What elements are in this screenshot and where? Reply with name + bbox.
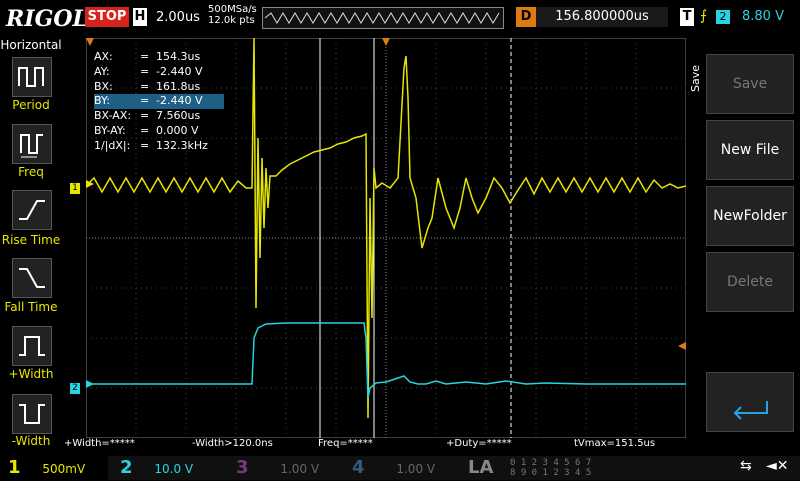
delay-value[interactable]: 156.800000us bbox=[536, 7, 668, 27]
la-channels: 0 1 2 3 4 5 6 7 8 9 0 1 2 3 4 5 bbox=[510, 458, 591, 478]
cursor-row: BX-AX: = 7.560us bbox=[94, 109, 201, 123]
cursor-key: BX-AX: bbox=[94, 109, 132, 123]
overview-wave bbox=[264, 12, 500, 24]
ch4-status[interactable]: 4 1.00 V bbox=[344, 456, 454, 480]
cursor-readout: AX: = 154.3us AY: = -2.440 V BX: = 161.8us BY:… bbox=[94, 50, 224, 154]
return-icon bbox=[733, 401, 768, 420]
fall-time-label[interactable]: Fall Time bbox=[0, 300, 62, 314]
cursor-key: BX: bbox=[94, 79, 113, 93]
ch3-number: 3 bbox=[236, 457, 249, 478]
measure-pos-width: +Width=***** bbox=[64, 438, 135, 449]
new-folder-button[interactable]: NewFolder bbox=[706, 186, 794, 246]
sample-rate: 500MSa/s bbox=[208, 4, 257, 15]
cursor-key: 1/|dX|: bbox=[94, 138, 131, 152]
cursor-row: BY-AY: = 0.000 V bbox=[94, 123, 199, 137]
cursor-row-selected[interactable]: BY: = -2.440 V bbox=[94, 94, 224, 110]
trigger-source[interactable]: 2 bbox=[716, 10, 730, 24]
ch2-number: 2 bbox=[120, 457, 133, 478]
cursor-key: BY-AY: bbox=[94, 123, 126, 137]
measure-category-title: Horizontal bbox=[0, 38, 62, 52]
timebase-value[interactable]: 2.00us bbox=[156, 10, 200, 25]
neg-width-icon[interactable] bbox=[12, 394, 52, 434]
cursor-value: 7.560us bbox=[156, 109, 201, 123]
freq-label[interactable]: Freq bbox=[0, 165, 62, 179]
delete-button[interactable]: Delete bbox=[706, 252, 794, 312]
rise-time-icon[interactable] bbox=[12, 190, 52, 230]
acquisition-info: 500MSa/s 12.0k pts bbox=[208, 4, 257, 26]
period-label[interactable]: Period bbox=[0, 98, 62, 112]
measure-freq: Freq=***** bbox=[318, 438, 373, 449]
memory-depth: 12.0k pts bbox=[208, 15, 255, 26]
ch3-status[interactable]: 3 1.00 V bbox=[228, 456, 338, 480]
ch4-number: 4 bbox=[352, 457, 365, 478]
cursor-row: BX: = 161.8us bbox=[94, 79, 201, 93]
cursor-key: AY: bbox=[94, 64, 110, 78]
brand-logo: RIGOL bbox=[6, 6, 88, 32]
cursor-key: AX: bbox=[94, 50, 113, 63]
trigger-level[interactable]: 8.80 V bbox=[742, 9, 784, 24]
freq-icon[interactable] bbox=[12, 124, 52, 164]
la-row: 8 9 0 1 2 3 4 5 bbox=[510, 468, 592, 478]
delay-label: D bbox=[516, 7, 536, 27]
ch1-scale: 500mV bbox=[42, 462, 86, 476]
ch2-marker: 2 bbox=[70, 383, 80, 394]
ch1-status[interactable]: 1 500mV bbox=[0, 456, 108, 480]
neg-width-label[interactable]: -Width bbox=[0, 434, 62, 448]
pos-width-icon[interactable] bbox=[12, 326, 52, 366]
trigger-label: T bbox=[680, 8, 694, 26]
measure-tvmax: tVmax=151.5us bbox=[574, 438, 656, 449]
ch2-scale: 10.0 V bbox=[154, 462, 194, 476]
cursor-value: 132.3kHz bbox=[156, 138, 208, 152]
fall-time-icon[interactable] bbox=[12, 258, 52, 298]
ch1-number: 1 bbox=[8, 457, 21, 478]
cursor-value: 0.000 V bbox=[156, 123, 199, 137]
cursor-value: 161.8us bbox=[156, 79, 201, 93]
la-label: LA bbox=[468, 457, 494, 478]
rising-edge-icon: ⨍ bbox=[700, 8, 708, 24]
back-button[interactable] bbox=[706, 372, 794, 432]
run-stop-button[interactable]: STOP bbox=[85, 7, 129, 27]
cursor-value: -2.440 V bbox=[156, 94, 203, 108]
ch3-scale: 1.00 V bbox=[280, 462, 320, 476]
usb-icon: ⇆ bbox=[740, 458, 752, 474]
save-button[interactable]: Save bbox=[706, 54, 794, 114]
cursor-key: BY: bbox=[94, 94, 110, 108]
measure-neg-width: -Width>120.0ns bbox=[192, 438, 273, 449]
new-file-button[interactable]: New File bbox=[706, 120, 794, 180]
waveform-overview-bar[interactable] bbox=[262, 7, 504, 29]
ch4-scale: 1.00 V bbox=[396, 462, 436, 476]
mute-icon[interactable]: ◄✕ bbox=[766, 458, 789, 474]
la-row: 0 1 2 3 4 5 6 7 bbox=[510, 458, 592, 468]
measure-duty: +Duty=***** bbox=[446, 438, 512, 449]
save-menu-title: Save bbox=[689, 64, 702, 92]
cursor-row: AX: = 154.3us bbox=[94, 50, 201, 63]
cursor-row: AY: = -2.440 V bbox=[94, 64, 203, 78]
rise-time-label[interactable]: Rise Time bbox=[0, 233, 62, 247]
la-status[interactable]: LA bbox=[468, 456, 504, 480]
cursor-value: -2.440 V bbox=[156, 64, 203, 78]
horizontal-label: H bbox=[133, 8, 147, 26]
cursor-value: 154.3us bbox=[156, 50, 201, 63]
cursor-row: 1/|dX|: = 132.3kHz bbox=[94, 138, 208, 152]
period-icon[interactable] bbox=[12, 57, 52, 97]
pos-width-label[interactable]: +Width bbox=[0, 367, 62, 381]
ch1-marker: 1 bbox=[70, 183, 80, 194]
ch2-status[interactable]: 2 10.0 V bbox=[112, 456, 222, 480]
